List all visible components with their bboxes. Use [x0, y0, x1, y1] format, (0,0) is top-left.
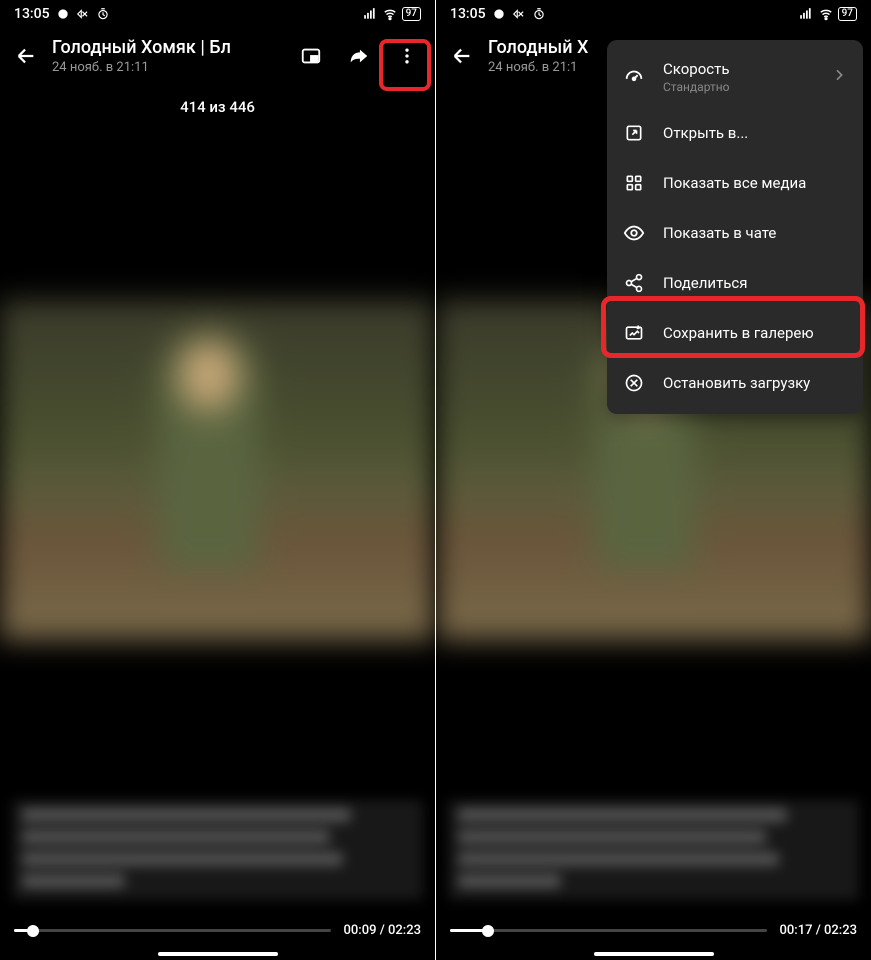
- share-icon: [623, 272, 645, 294]
- status-time: 13:05: [14, 6, 50, 22]
- battery-icon: 97: [838, 7, 857, 21]
- title-block: Голодный Хомяк | Бл 24 нояб. в 21:11: [52, 37, 283, 75]
- back-button[interactable]: [14, 44, 38, 68]
- video-progress-bar[interactable]: 00:09 / 02:23: [14, 923, 421, 938]
- mute-icon: [76, 7, 90, 21]
- wifi-icon: [818, 7, 834, 21]
- nav-handle[interactable]: [594, 952, 714, 956]
- timer-icon: [96, 7, 110, 21]
- menu-show-in-chat[interactable]: Показать в чате: [607, 208, 863, 258]
- menu-save-gallery[interactable]: Сохранить в галерею: [607, 308, 863, 358]
- media-counter: 414 из 446: [0, 84, 435, 130]
- chat-title: Голодный Хомяк | Бл: [52, 37, 283, 58]
- video-caption: [12, 800, 423, 900]
- signal-icon: [798, 7, 814, 21]
- progress-time: 00:09 / 02:23: [343, 923, 421, 938]
- menu-label: Показать все медиа: [663, 174, 847, 192]
- menu-label: Поделиться: [663, 274, 847, 292]
- menu-label: Остановить загрузку: [663, 374, 847, 392]
- battery-icon: 97: [402, 7, 421, 21]
- progress-time: 00:17 / 02:23: [779, 923, 857, 938]
- forward-button[interactable]: [345, 42, 373, 70]
- notif-icon: [56, 7, 70, 21]
- menu-label: Скорость Стандартно: [663, 60, 813, 94]
- phone-screen-right: 13:05 97 Голодный Х 24 нояб. в 21:1: [436, 0, 871, 960]
- menu-open-in[interactable]: Открыть в...: [607, 108, 863, 158]
- signal-icon: [362, 7, 378, 21]
- status-bar: 13:05 97: [0, 0, 435, 28]
- menu-stop-download[interactable]: Остановить загрузку: [607, 358, 863, 408]
- grid-icon: [623, 172, 645, 194]
- image-download-icon: [623, 322, 645, 344]
- chevron-right-icon: [831, 67, 847, 87]
- phone-screen-left: 13:05 97 Голодный Хомяк | Бл 24 нояб. в …: [0, 0, 436, 960]
- video-caption: [448, 800, 859, 900]
- wifi-icon: [382, 7, 398, 21]
- options-menu: Скорость Стандартно Открыть в... Показат…: [607, 40, 863, 414]
- eye-icon: [623, 222, 645, 244]
- menu-share[interactable]: Поделиться: [607, 258, 863, 308]
- menu-show-all-media[interactable]: Показать все медиа: [607, 158, 863, 208]
- speed-icon: [623, 66, 645, 88]
- timer-icon: [532, 7, 546, 21]
- cancel-icon: [623, 372, 645, 394]
- notif-icon: [492, 7, 506, 21]
- media-date: 24 нояб. в 21:11: [52, 60, 283, 75]
- status-bar: 13:05 97: [436, 0, 871, 28]
- pip-button[interactable]: [297, 42, 325, 70]
- menu-label: Открыть в...: [663, 124, 847, 142]
- more-button[interactable]: [393, 42, 421, 70]
- menu-speed[interactable]: Скорость Стандартно: [607, 46, 863, 108]
- mute-icon: [512, 7, 526, 21]
- video-progress-bar[interactable]: 00:17 / 02:23: [450, 923, 857, 938]
- menu-label: Сохранить в галерею: [663, 324, 847, 342]
- status-time: 13:05: [450, 6, 486, 22]
- menu-label: Показать в чате: [663, 224, 847, 242]
- header: Голодный Хомяк | Бл 24 нояб. в 21:11: [0, 28, 435, 84]
- video-player[interactable]: [0, 300, 435, 640]
- open-external-icon: [623, 122, 645, 144]
- nav-handle[interactable]: [158, 952, 278, 956]
- back-button[interactable]: [450, 44, 474, 68]
